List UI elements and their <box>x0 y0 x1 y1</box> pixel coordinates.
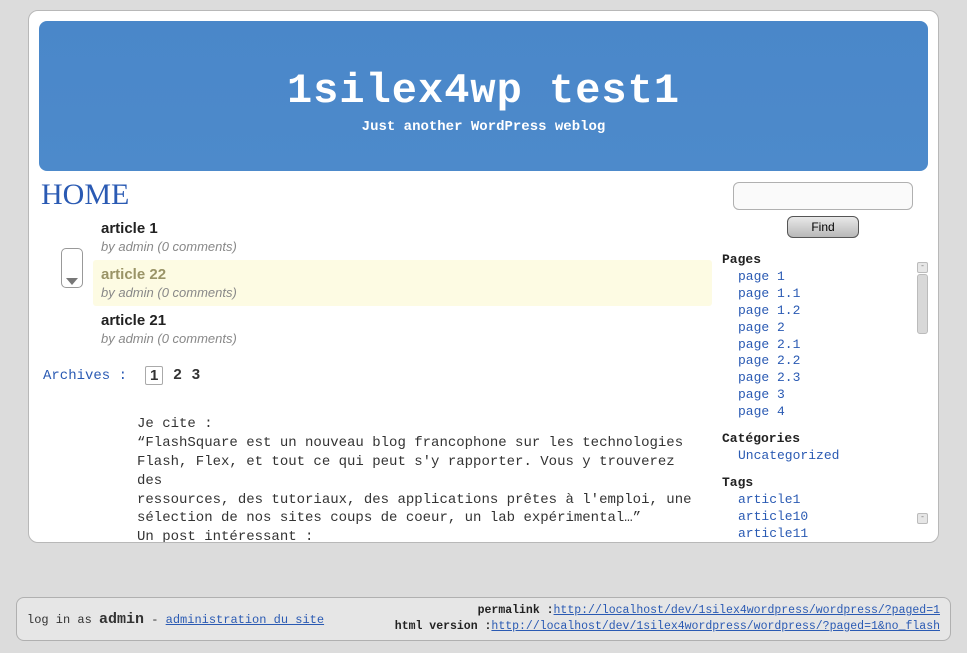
tag-link[interactable]: article10 <box>722 509 924 526</box>
footer-left: log in as admin - administration du site <box>27 611 324 628</box>
site-title: 1silex4wp test1 <box>39 21 928 115</box>
page-item: page 2.2 <box>722 353 924 370</box>
tag-item: article10 <box>722 509 924 526</box>
login-prefix: log in as <box>27 613 99 627</box>
sidebar: Find Pages page 1page 1.1page 1.2page 2p… <box>718 176 928 536</box>
archives-row: Archives : 123 <box>43 366 712 385</box>
post-title: article 1 <box>101 220 704 237</box>
tag-link[interactable]: article11 <box>722 526 924 543</box>
sidebar-list-categories: Uncategorized <box>722 448 924 465</box>
post-stepper[interactable] <box>61 248 83 288</box>
post-title: article 22 <box>101 266 704 283</box>
header-banner: 1silex4wp test1 Just another WordPress w… <box>39 21 928 171</box>
page-frame: 1silex4wp test1 Just another WordPress w… <box>28 10 939 543</box>
login-user: admin <box>99 611 144 628</box>
post-list: article 1by admin (0 comments)article 22… <box>93 214 712 352</box>
page-link[interactable]: page 4 <box>722 404 924 421</box>
sidebar-list-tags: article1article10article11article12 <box>722 492 924 543</box>
page-item: page 2.1 <box>722 337 924 354</box>
chevron-down-icon <box>66 278 78 285</box>
sidebar-list-pages: page 1page 1.1page 1.2page 2page 2.1page… <box>722 269 924 421</box>
find-button[interactable]: Find <box>787 216 859 238</box>
footer-right: permalink :http://localhost/dev/1silex4w… <box>395 603 940 635</box>
tag-item: article11 <box>722 526 924 543</box>
post-area: article 1by admin (0 comments)article 22… <box>61 214 712 352</box>
tag-link[interactable]: article1 <box>722 492 924 509</box>
page-link[interactable]: page 2.3 <box>722 370 924 387</box>
page-item: page 1.1 <box>722 286 924 303</box>
page-link[interactable]: page 2 <box>722 320 924 337</box>
post-byline: by admin (0 comments) <box>101 331 704 346</box>
page-link[interactable]: page 2.1 <box>722 337 924 354</box>
footer-bar: log in as admin - administration du site… <box>16 597 951 641</box>
home-heading: HOME <box>41 178 712 212</box>
archive-page-1[interactable]: 1 <box>145 366 163 385</box>
post-item[interactable]: article 1 by admin (0 comments) <box>93 214 712 260</box>
sidebar-section-categories: Catégories Uncategorized <box>722 431 924 465</box>
sidebar-heading-pages: Pages <box>722 252 924 267</box>
post-byline: by admin (0 comments) <box>101 239 704 254</box>
post-item[interactable]: article 21 by admin (0 comments) <box>93 306 712 352</box>
permalink-url[interactable]: http://localhost/dev/1silex4wordpress/wo… <box>554 604 940 617</box>
post-item[interactable]: article 22 by admin (0 comments) <box>93 260 712 306</box>
permalink-label: permalink : <box>478 604 554 617</box>
post-byline: by admin (0 comments) <box>101 285 704 300</box>
archives-label: Archives : <box>43 368 127 384</box>
sidebar-section-tags: Tags article1article10article11article12 <box>722 475 924 543</box>
page-item: page 2.3 <box>722 370 924 387</box>
page-link[interactable]: page 1.2 <box>722 303 924 320</box>
page-item: page 2 <box>722 320 924 337</box>
post-title: article 21 <box>101 312 704 329</box>
category-item: Uncategorized <box>722 448 924 465</box>
scroll-thumb[interactable] <box>917 274 928 334</box>
scroll-up-button[interactable]: - <box>917 262 928 273</box>
sidebar-heading-categories: Catégories <box>722 431 924 446</box>
page-link[interactable]: page 2.2 <box>722 353 924 370</box>
archive-page-numbers: 123 <box>145 366 200 385</box>
scroll-down-button[interactable]: - <box>917 513 928 524</box>
post-excerpt: Je cite :“FlashSquare est un nouveau blo… <box>137 415 712 543</box>
htmlversion-url[interactable]: http://localhost/dev/1silex4wordpress/wo… <box>491 620 940 633</box>
htmlversion-label: html version : <box>395 620 492 633</box>
admin-link[interactable]: administration du site <box>166 613 324 627</box>
page-link[interactable]: page 1.1 <box>722 286 924 303</box>
page-item: page 3 <box>722 387 924 404</box>
login-sep: - <box>144 613 166 627</box>
sidebar-section-pages: Pages page 1page 1.1page 1.2page 2page 2… <box>722 252 924 421</box>
page-item: page 4 <box>722 404 924 421</box>
page-link[interactable]: page 1 <box>722 269 924 286</box>
page-item: page 1.2 <box>722 303 924 320</box>
tag-item: article1 <box>722 492 924 509</box>
archive-page-2[interactable]: 2 <box>173 366 181 385</box>
sidebar-scrollbar[interactable]: - - <box>917 262 928 524</box>
search-input[interactable] <box>733 182 913 210</box>
category-link[interactable]: Uncategorized <box>722 448 924 465</box>
main-column: HOME article 1by admin (0 comments)artic… <box>39 176 718 536</box>
page-link[interactable]: page 3 <box>722 387 924 404</box>
archive-page-3[interactable]: 3 <box>192 366 200 385</box>
sidebar-heading-tags: Tags <box>722 475 924 490</box>
page-item: page 1 <box>722 269 924 286</box>
content-row: HOME article 1by admin (0 comments)artic… <box>29 176 938 536</box>
site-tagline: Just another WordPress weblog <box>39 119 928 135</box>
